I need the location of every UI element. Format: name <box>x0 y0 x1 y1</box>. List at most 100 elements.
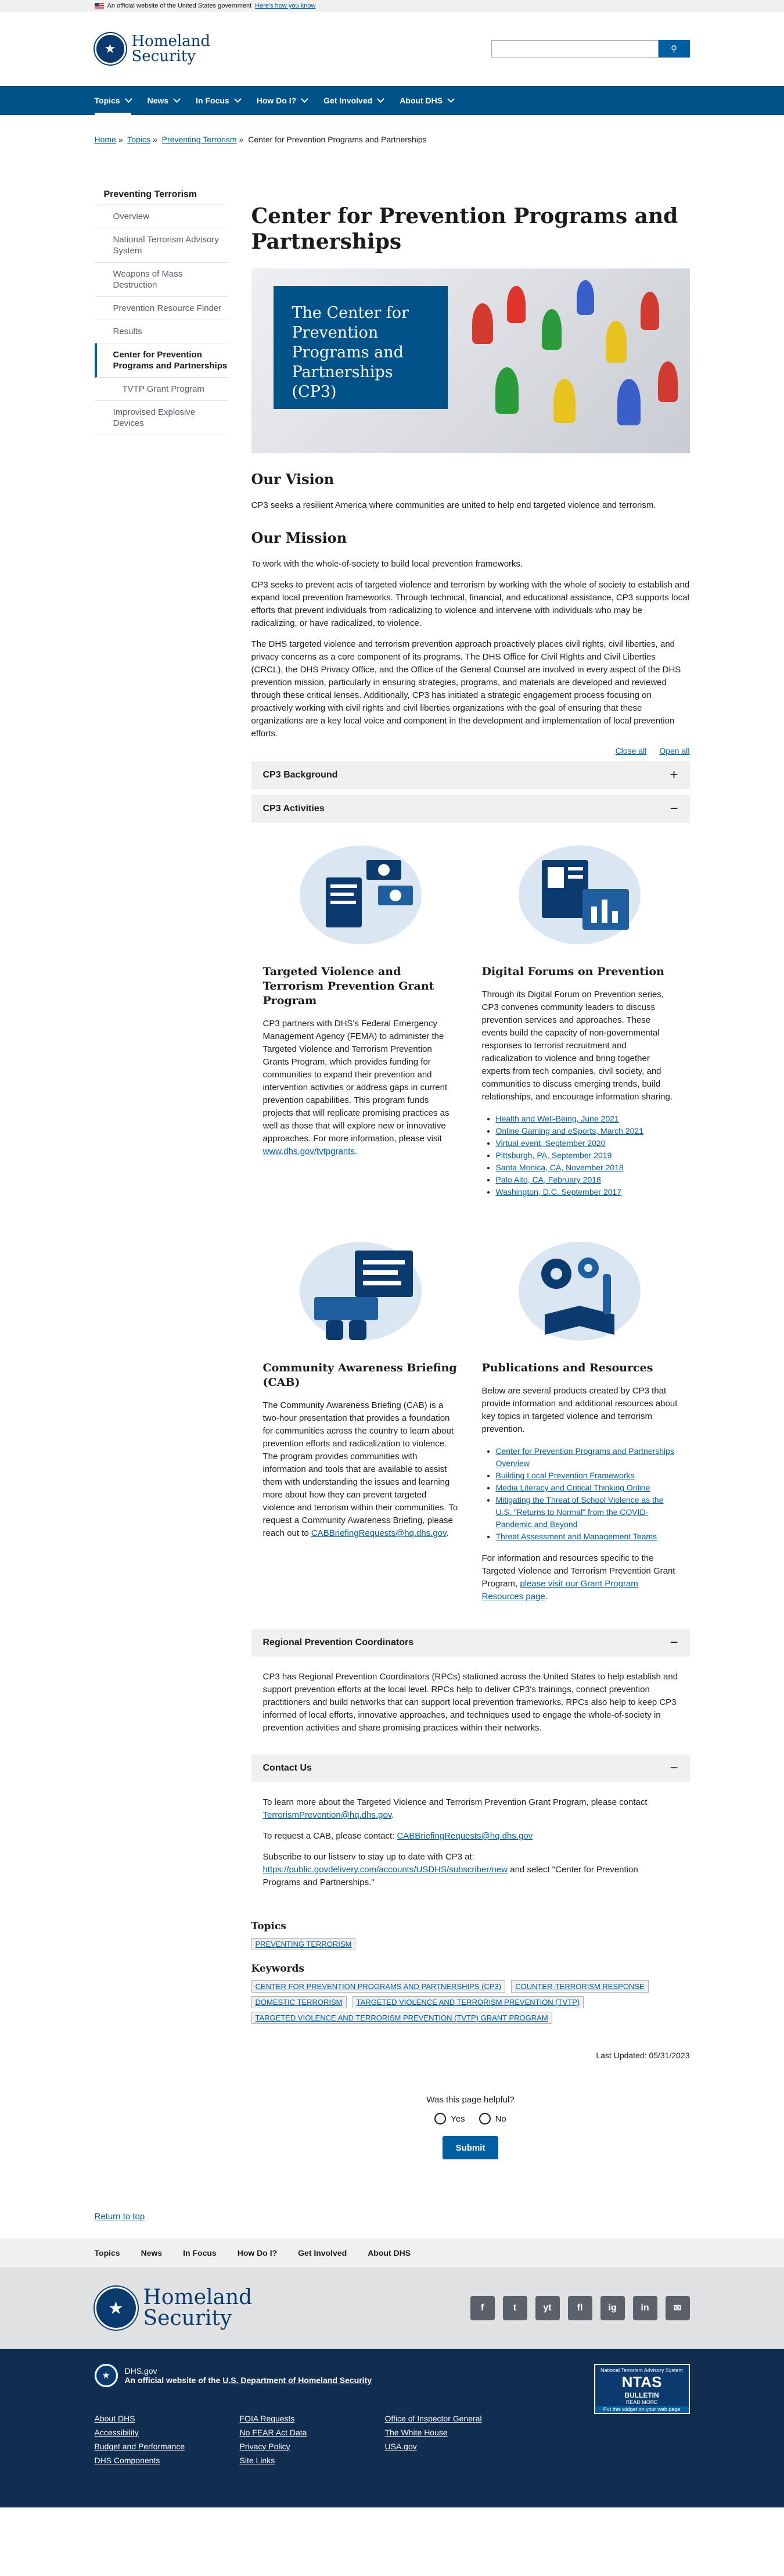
footer-nav-about-dhs[interactable]: About DHS <box>368 2248 411 2258</box>
keyword-tag[interactable]: CENTER FOR PREVENTION PROGRAMS AND PARTN… <box>251 1980 506 1993</box>
forum-link[interactable]: Virtual event, September 2020 <box>496 1138 606 1148</box>
linkedin-icon[interactable]: in <box>632 2296 657 2320</box>
footer-nav-how-do-i[interactable]: How Do I? <box>238 2248 277 2258</box>
twitter-icon[interactable]: t <box>502 2296 527 2320</box>
id-link-white-house[interactable]: The White House <box>385 2428 530 2437</box>
accordion-cp3-activities[interactable]: CP3 Activities − <box>251 795 690 823</box>
radio-label: Yes <box>451 2113 465 2124</box>
identifier-links: About DHS FOIA Requests Office of Inspec… <box>95 2414 530 2465</box>
cab-email-link[interactable]: CABBriefingRequests@hq.dhs.gov <box>311 1528 447 1538</box>
open-all-button[interactable]: Open all <box>659 746 689 755</box>
mission-p1: To work with the whole-of-society to bui… <box>251 559 523 569</box>
id-link-budget[interactable]: Budget and Performance <box>95 2442 240 2451</box>
footer-nav-topics[interactable]: Topics <box>95 2248 120 2258</box>
footer-nav-news[interactable]: News <box>141 2248 163 2258</box>
grant-illustration-icon <box>263 837 459 953</box>
submit-button[interactable]: Submit <box>443 2136 498 2159</box>
nav-news[interactable]: News <box>148 86 181 115</box>
grant-text: CP3 partners with DHS's Federal Emergenc… <box>262 1019 449 1144</box>
pub-link[interactable]: Media Literacy and Critical Thinking Onl… <box>496 1483 650 1492</box>
ntas-widget[interactable]: National Terrorism Advisory System NTAS … <box>594 2364 690 2414</box>
close-all-button[interactable]: Close all <box>616 746 647 755</box>
forum-link[interactable]: Online Gaming and eSports, March 2021 <box>496 1126 643 1135</box>
contact-l3: Subscribe to our listserv to stay up to … <box>262 1852 474 1862</box>
breadcrumb-topics[interactable]: Topics <box>127 135 150 144</box>
listserv-link[interactable]: https://public.govdelivery.com/accounts/… <box>263 1865 508 1875</box>
nav-in-focus[interactable]: In Focus <box>196 86 242 115</box>
forum-link[interactable]: Health and Well-Being, June 2021 <box>496 1114 619 1123</box>
search-input[interactable] <box>491 40 659 58</box>
dhs-agency-link[interactable]: U.S. Department of Homeland Security <box>222 2376 372 2385</box>
sidenav-heading[interactable]: Preventing Terrorism <box>94 185 228 205</box>
flickr-icon[interactable]: fl <box>567 2296 592 2320</box>
heres-how-you-know-link[interactable]: Here's how you know <box>255 2 315 9</box>
forum-link[interactable]: Washington, D.C. September 2017 <box>496 1187 622 1196</box>
sidenav-item-ied[interactable]: Improvised Explosive Devices <box>94 401 228 435</box>
sidenav-item-tvtp-grant[interactable]: TVTP Grant Program <box>94 378 228 401</box>
id-link-foia[interactable]: FOIA Requests <box>240 2414 385 2423</box>
dhs-logo[interactable]: ★ Homeland Security <box>94 33 210 65</box>
accordion-rpc[interactable]: Regional Prevention Coordinators − <box>251 1629 690 1657</box>
mission-p3: The DHS targeted violence and terrorism … <box>251 639 681 739</box>
search-button[interactable]: ⚲ <box>658 40 690 58</box>
nav-topics[interactable]: Topics <box>94 86 132 115</box>
grant-link[interactable]: www.dhs.gov/tvtpgrants <box>263 1147 355 1156</box>
id-link-accessibility[interactable]: Accessibility <box>95 2428 240 2437</box>
footer-dhs-logo[interactable]: ★ Homeland Security <box>94 2287 252 2330</box>
keyword-tag[interactable]: TARGETED VIOLENCE AND TERRORISM PREVENTI… <box>251 2012 552 2024</box>
cab-request-link[interactable]: CABBriefingRequests@hq.dhs.gov <box>397 1831 533 1841</box>
forums-list: Health and Well-Being, June 2021 Online … <box>496 1113 678 1198</box>
topic-tag[interactable]: PREVENTING TERRORISM <box>251 1938 356 1950</box>
sidenav-item-wmd[interactable]: Weapons of Mass Destruction <box>94 263 228 297</box>
id-link-about[interactable]: About DHS <box>95 2414 240 2423</box>
pub-link[interactable]: Center for Prevention Programs and Partn… <box>496 1446 674 1468</box>
id-link-site-links[interactable]: Site Links <box>240 2456 385 2465</box>
id-link-oig[interactable]: Office of Inspector General <box>385 2414 530 2423</box>
id-link-components[interactable]: DHS Components <box>95 2456 240 2465</box>
return-to-top-link[interactable]: Return to top <box>95 2212 145 2222</box>
accordion-contact[interactable]: Contact Us − <box>251 1754 690 1782</box>
sidenav-item-cp3[interactable]: Center for Prevention Programs and Partn… <box>94 343 228 378</box>
breadcrumb-home[interactable]: Home <box>95 135 116 144</box>
feedback-yes-radio[interactable]: Yes <box>434 2113 465 2124</box>
ntas-line5: Put this widget on your web page <box>595 2406 689 2412</box>
instagram-icon[interactable]: ig <box>600 2296 625 2320</box>
nav-about-dhs[interactable]: About DHS <box>400 86 455 115</box>
contact-body: To learn more about the Targeted Violenc… <box>262 1797 648 1887</box>
forum-link[interactable]: Palo Alto, CA, February 2018 <box>496 1175 601 1184</box>
pub-link[interactable]: Mitigating the Threat of School Violence… <box>496 1495 664 1529</box>
hero-image: The Center for Prevention Programs and P… <box>251 268 690 453</box>
site-header: ★ Homeland Security ⚲ <box>0 12 784 86</box>
accordion-title: Regional Prevention Coordinators <box>262 1638 414 1647</box>
facebook-icon[interactable]: f <box>470 2296 495 2320</box>
accordion-cp3-background[interactable]: CP3 Background + <box>251 761 690 789</box>
id-link-privacy[interactable]: Privacy Policy <box>240 2442 385 2451</box>
email-icon[interactable]: ✉ <box>665 2296 690 2320</box>
footer-nav-get-involved[interactable]: Get Involved <box>298 2248 347 2258</box>
keyword-tag[interactable]: TARGETED VIOLENCE AND TERRORISM PREVENTI… <box>352 1996 584 2008</box>
accordion-title: Contact Us <box>262 1763 312 1773</box>
id-link-usagov[interactable]: USA.gov <box>385 2442 530 2451</box>
accordion-title: CP3 Background <box>262 770 338 780</box>
feedback-no-radio[interactable]: No <box>479 2113 506 2124</box>
id-link-no-fear[interactable]: No FEAR Act Data <box>240 2428 385 2437</box>
nav-get-involved[interactable]: Get Involved <box>323 86 385 115</box>
sidenav-item-overview[interactable]: Overview <box>94 205 228 228</box>
keyword-tag[interactable]: COUNTER-TERRORISM RESPONSE <box>511 1980 649 1993</box>
footer-nav-in-focus[interactable]: In Focus <box>183 2248 217 2258</box>
sidenav-item-ntas[interactable]: National Terrorism Advisory System <box>94 228 228 263</box>
pub-link[interactable]: Building Local Prevention Frameworks <box>496 1471 635 1480</box>
accordion-title: CP3 Activities <box>262 804 325 814</box>
pub-link[interactable]: Threat Assessment and Management Teams <box>496 1532 657 1541</box>
nav-how-do-i[interactable]: How Do I? <box>257 86 309 115</box>
vision-heading: Our Vision <box>251 471 335 488</box>
keyword-tag[interactable]: DOMESTIC TERRORISM <box>251 1996 347 2008</box>
forum-link[interactable]: Santa Monica, CA, November 2018 <box>496 1163 624 1172</box>
forum-link[interactable]: Pittsburgh, PA, September 2019 <box>496 1151 612 1160</box>
sidenav-item-resource-finder[interactable]: Prevention Resource Finder <box>94 297 228 320</box>
sidenav-item-results[interactable]: Results <box>94 320 228 343</box>
breadcrumb-preventing-terrorism[interactable]: Preventing Terrorism <box>162 135 237 144</box>
youtube-icon[interactable]: yt <box>535 2296 560 2320</box>
tp-email-link[interactable]: TerrorismPrevention@hq.dhs.gov <box>263 1810 392 1820</box>
nav-label: About DHS <box>400 96 443 105</box>
